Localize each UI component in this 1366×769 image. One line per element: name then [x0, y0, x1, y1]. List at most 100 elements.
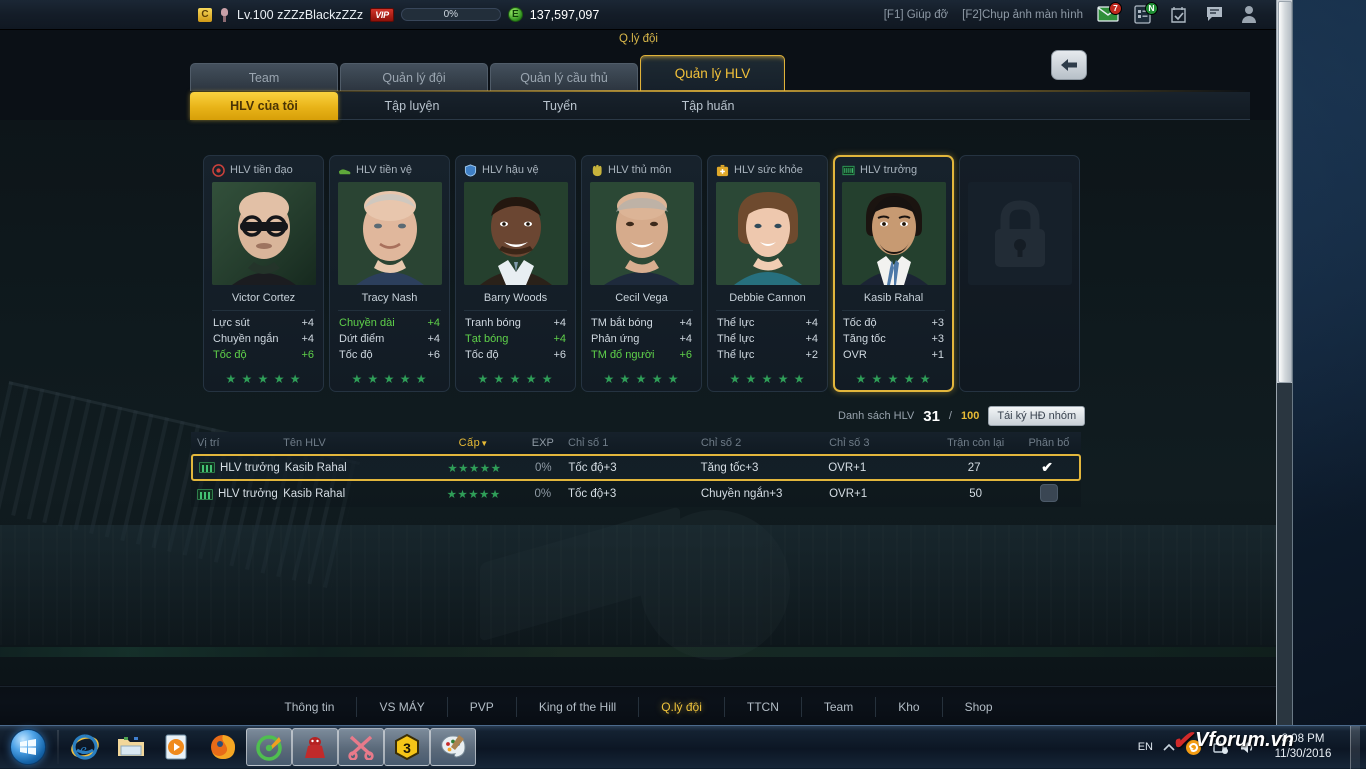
bottomnav-vs-may[interactable]: VS MÁY — [357, 697, 447, 717]
scrollbar-track[interactable] — [1277, 383, 1293, 726]
bottomnav-q-ly-doi[interactable]: Q.lý đội — [639, 697, 725, 717]
coach-stat-row: Tranh bóng+4 — [464, 315, 567, 331]
svg-text:3: 3 — [403, 740, 411, 756]
row-stat3: OVR+1 — [828, 462, 933, 474]
stat-label: Phản ứng — [591, 333, 639, 345]
tab-quan-ly-doi[interactable]: Quản lý đội — [340, 63, 488, 91]
allocation-toggle-button[interactable] — [1040, 484, 1058, 502]
col-header-stat3[interactable]: Chỉ số 3 — [829, 437, 934, 449]
subtab-tap-huan[interactable]: Tập huấn — [634, 92, 782, 120]
coach-card-fitness[interactable]: HLV sức khỏe Debbie Cannon — [707, 155, 828, 392]
table-row[interactable]: HLV trưởng Kasib Rahal ★★★★★ 0% Tốc độ+3… — [191, 454, 1081, 481]
browser-scrollbar[interactable] — [1276, 0, 1292, 726]
stat-value: +1 — [931, 349, 944, 361]
coach-stat-row: Phản ứng+4 — [590, 331, 693, 347]
coach-list-info: Danh sách HLV 31 / 100 Tái ký HĐ nhóm — [838, 406, 1085, 426]
file-explorer-icon[interactable] — [108, 728, 154, 766]
three-badge-icon[interactable]: 3 — [384, 728, 430, 766]
stat-label: Chuyền dài — [339, 317, 395, 329]
check-icon: ✔ — [1041, 459, 1053, 475]
football-icon — [212, 164, 225, 177]
stat-value: +4 — [553, 317, 566, 329]
tab-quan-ly-cau-thu[interactable]: Quản lý cầu thủ — [490, 63, 638, 91]
bottomnav-ttcn[interactable]: TTCN — [725, 697, 802, 717]
col-header-stat1[interactable]: Chỉ số 1 — [568, 437, 701, 449]
bottomnav-pvp[interactable]: PVP — [448, 697, 517, 717]
firefox-icon[interactable] — [200, 728, 246, 766]
stat-value: +4 — [679, 317, 692, 329]
col-header-allocation[interactable]: Phân bổ — [1017, 437, 1081, 449]
stat-value: +6 — [679, 349, 692, 361]
profile-icon[interactable] — [1241, 5, 1263, 25]
stat-label: Tốc độ — [339, 349, 373, 361]
stat-value: +6 — [301, 349, 314, 361]
help-hint-label[interactable]: [F1] Giúp đỡ — [884, 9, 948, 21]
chat-icon[interactable] — [1205, 5, 1227, 25]
calendar-check-icon[interactable] — [1169, 5, 1191, 25]
stat-value: +6 — [427, 349, 440, 361]
bottomnav-kho[interactable]: Kho — [876, 697, 942, 717]
paint-icon[interactable] — [430, 728, 476, 766]
row-allocation-checked[interactable]: ✔ — [1015, 459, 1079, 476]
stat-label: Thể lực — [717, 317, 754, 329]
bottomnav-thong-tin[interactable]: Thông tin — [262, 697, 357, 717]
stat-value: +3 — [931, 317, 944, 329]
coach-name: Cecil Vega — [590, 292, 693, 311]
player-level-name: Lv.100 zZZzBlackzZZz — [237, 8, 363, 22]
coach-card-locked[interactable] — [959, 155, 1080, 392]
screenshot-hint-label[interactable]: [F2]Chụp ảnh màn hình — [962, 9, 1083, 21]
coach-star-rating: ★ ★ ★ ★ ★ — [464, 372, 567, 386]
coach-card-striker[interactable]: HLV tiền đạo — [203, 155, 324, 392]
stat-label: Lực sút — [213, 317, 250, 329]
coach-star-rating: ★ ★ ★ ★ ★ — [338, 372, 441, 386]
watermark-text: Vforum.vn — [1195, 729, 1294, 752]
coach-card-defender[interactable]: HLV hậu vệ Ba — [455, 155, 576, 392]
coach-name: Victor Cortez — [212, 292, 315, 311]
medkit-icon — [716, 164, 729, 177]
coach-table: Vị trí Tên HLV Cấp▼ EXP Chỉ số 1 Chỉ số … — [191, 432, 1081, 507]
tab-quan-ly-hlv[interactable]: Quản lý HLV — [640, 55, 785, 91]
row-allocation-toggle[interactable] — [1017, 484, 1081, 505]
coach-card-head-coach[interactable]: HLV trưởng — [833, 155, 954, 392]
bottomnav-king-of-the-hill[interactable]: King of the Hill — [517, 697, 639, 717]
renew-group-contract-button[interactable]: Tái ký HĐ nhóm — [988, 406, 1085, 426]
col-header-matches-left[interactable]: Trận còn lại — [934, 437, 1016, 449]
start-button[interactable] — [2, 727, 54, 767]
language-indicator[interactable]: EN — [1138, 741, 1153, 753]
bottomnav-team[interactable]: Team — [802, 697, 876, 717]
col-header-level[interactable]: Cấp▼ — [430, 437, 518, 449]
stat-label: Thể lực — [717, 333, 754, 345]
lock-icon — [968, 182, 1072, 285]
table-row[interactable]: HLV trưởng Kasib Rahal ★★★★★ 0% Tốc độ+3… — [191, 481, 1081, 507]
coach-name: Barry Woods — [464, 292, 567, 311]
scrollbar-thumb[interactable] — [1278, 1, 1292, 383]
stat-value: +3 — [931, 333, 944, 345]
tab-team[interactable]: Team — [190, 63, 338, 91]
coach-card-list: HLV tiền đạo — [203, 155, 1080, 392]
notice-icon[interactable]: N — [1133, 5, 1155, 25]
row-position-label: HLV trưởng — [220, 462, 280, 474]
coach-portrait — [842, 182, 946, 285]
col-header-exp[interactable]: EXP — [518, 437, 568, 449]
coach-card-midfielder[interactable]: HLV tiền vệ Tracy Nash — [329, 155, 450, 392]
scissors-app-icon[interactable] — [338, 728, 384, 766]
col-header-name[interactable]: Tên HLV — [283, 437, 430, 449]
col-header-position[interactable]: Vị trí — [191, 437, 283, 449]
show-desktop-button[interactable] — [1350, 726, 1360, 769]
back-button[interactable] — [1051, 50, 1087, 80]
game-launcher-icon[interactable] — [246, 728, 292, 766]
bottomnav-shop[interactable]: Shop — [943, 697, 1015, 717]
mail-icon[interactable]: 7 — [1097, 5, 1119, 25]
subtab-hlv-cua-toi[interactable]: HLV của tôi — [190, 92, 338, 120]
coach-card-goalkeeper[interactable]: HLV thủ môn Cecil Vega — [581, 155, 702, 392]
media-player-icon[interactable] — [154, 728, 200, 766]
red-app-icon[interactable] — [292, 728, 338, 766]
row-matches-left: 50 — [934, 488, 1016, 500]
subtab-tuyen[interactable]: Tuyển — [486, 92, 634, 120]
coach-stat-row: Tăng tốc+3 — [842, 331, 945, 347]
col-header-stat2[interactable]: Chỉ số 2 — [701, 437, 829, 449]
internet-explorer-icon[interactable]: e — [62, 728, 108, 766]
stat-value: +4 — [805, 333, 818, 345]
watermark: ✔ Vforum.vn — [1171, 725, 1294, 756]
subtab-tap-luyen[interactable]: Tập luyện — [338, 92, 486, 120]
